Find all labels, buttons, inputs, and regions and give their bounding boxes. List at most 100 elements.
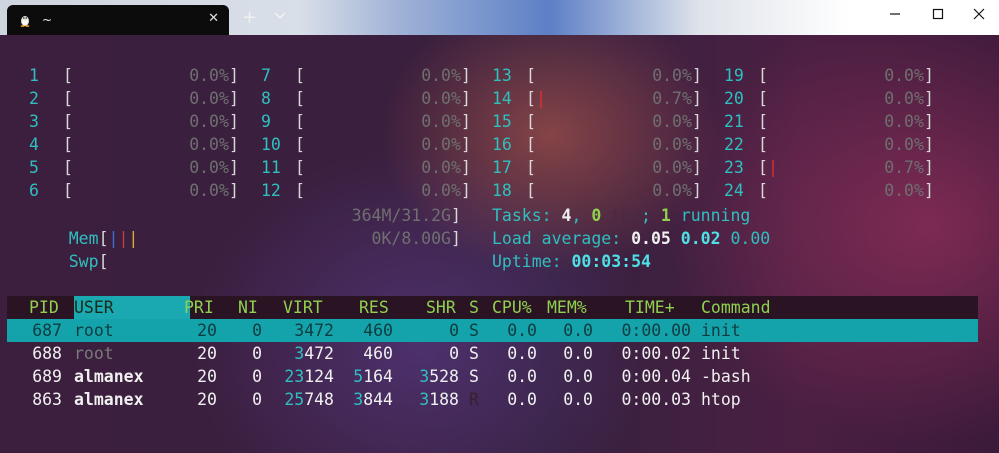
- chevron-down-icon[interactable]: [274, 9, 286, 23]
- cell-pid: 688: [32, 344, 62, 363]
- cell-shr: 3528: [419, 367, 459, 386]
- tasks-line: Tasks: 4, 0 thr; 1 running: [492, 206, 751, 225]
- col-cpu[interactable]: CPU%: [492, 296, 532, 319]
- col-user[interactable]: USER: [74, 296, 114, 319]
- cell-pid: 687: [32, 321, 62, 340]
- cpu-percent: 0.0%: [652, 112, 692, 131]
- cpu-id: 20: [724, 89, 744, 108]
- close-tab-icon[interactable]: ✕: [208, 11, 219, 26]
- load-1: 0.05: [631, 229, 671, 248]
- cpu-meter: 15[0.0%]: [492, 112, 702, 131]
- cpu-percent: 0.0%: [652, 135, 692, 154]
- cpu-percent: 0.0%: [189, 112, 229, 131]
- cpu-id: 15: [492, 112, 512, 131]
- cpu-meter: 14 [| 0.7%]: [492, 89, 702, 108]
- cpu-id: 11: [261, 158, 281, 177]
- cpu-meter: 4[0.0%]: [29, 135, 239, 154]
- cell-virt: 23124: [284, 367, 334, 386]
- cpu-id: 2: [29, 89, 39, 108]
- cpu-id: 12: [261, 181, 281, 200]
- cell-user: root: [74, 321, 114, 340]
- minimize-button[interactable]: [889, 8, 901, 24]
- cell-res: 5164: [353, 367, 393, 386]
- cell-res: 460: [363, 344, 393, 363]
- cpu-id: 14: [492, 89, 512, 108]
- col-shr[interactable]: SHR: [426, 296, 456, 319]
- cpu-id: 16: [492, 135, 512, 154]
- process-row[interactable]: 688 root 20 0 3472 460 0 S 0.0 0.0 0:00.02 init: [7, 342, 978, 365]
- cell-res: 3844: [353, 390, 393, 409]
- title-bar: ~ ✕ +: [0, 0, 999, 35]
- cpu-id: 4: [29, 135, 39, 154]
- tasks-count: 4: [561, 206, 572, 225]
- cpu-percent: 0.0%: [652, 181, 692, 200]
- col-state[interactable]: S: [469, 296, 479, 319]
- threads-count: 0: [591, 206, 602, 225]
- col-pri[interactable]: PRI: [184, 296, 214, 319]
- cpu-percent: 0.0%: [652, 158, 692, 177]
- cell-pid: 689: [32, 367, 62, 386]
- process-row[interactable]: 863 almanex 20 0 25748 3844 3188 R 0.0 0.0 0:00.03…: [7, 388, 978, 411]
- cpu-percent: 0.0%: [884, 135, 924, 154]
- cpu-percent: 0.0%: [189, 89, 229, 108]
- cell-s: S: [469, 344, 479, 363]
- cell-ni: 0: [252, 321, 262, 340]
- process-table-header: PID USER PRI NI VIRT RES SHR S CPU% MEM%…: [7, 296, 978, 319]
- cpu-id: 23: [724, 158, 744, 177]
- col-time[interactable]: TIME+: [625, 296, 675, 319]
- cpu-id: 5: [29, 158, 39, 177]
- cell-pri: 20: [197, 367, 217, 386]
- cpu-id: 21: [724, 112, 744, 131]
- linux-tux-icon: [18, 13, 32, 27]
- cell-pri: 20: [197, 344, 217, 363]
- load-average-line: Load average: 0.05 0.02 0.00: [492, 229, 771, 248]
- cell-command: htop: [701, 390, 741, 409]
- cpu-percent: 0.0%: [421, 158, 461, 177]
- uptime-line: Uptime: 00:03:54: [492, 252, 651, 271]
- col-pid[interactable]: PID: [29, 296, 59, 319]
- swp-value: 0K/8.00G: [371, 229, 451, 248]
- cpu-id: 17: [492, 158, 512, 177]
- cpu-meter: 2[0.0%]: [29, 89, 239, 108]
- terminal-tab[interactable]: ~ ✕: [7, 5, 229, 35]
- cell-cpu: 0.0: [507, 390, 537, 409]
- cpu-id: 3: [29, 112, 39, 131]
- cpu-id: 9: [261, 112, 271, 131]
- cpu-meter: 11[0.0%]: [261, 158, 471, 177]
- running-count: 1: [660, 206, 671, 225]
- cpu-meter: 21[0.0%]: [724, 112, 934, 131]
- cpu-id: 10: [261, 135, 281, 154]
- cpu-percent: 0.0%: [189, 135, 229, 154]
- cpu-meter: 10[0.0%]: [261, 135, 471, 154]
- tab-title: ~: [42, 13, 53, 27]
- col-res[interactable]: RES: [359, 296, 389, 319]
- process-row[interactable]: 687 root 20 0 3472 460 0 S 0.0 0.0 0:00.00 init: [7, 319, 978, 342]
- cpu-id: 8: [261, 89, 271, 108]
- cpu-meter: 16[0.0%]: [492, 135, 702, 154]
- process-row[interactable]: 689 almanex 20 0 23124 5164 3528 S 0.0 0.0 0:00.04…: [7, 365, 978, 388]
- cpu-id: 6: [29, 181, 39, 200]
- cpu-meter: 13[0.0%]: [492, 66, 702, 85]
- cpu-bar: |: [767, 158, 778, 177]
- cpu-meter: 7[0.0%]: [261, 66, 471, 85]
- col-virt[interactable]: VIRT: [283, 296, 323, 319]
- col-mem[interactable]: MEM%: [547, 296, 587, 319]
- new-tab-button[interactable]: +: [242, 7, 257, 28]
- cpu-percent: 0.0%: [884, 112, 924, 131]
- cpu-meter: 24[0.0%]: [724, 181, 934, 200]
- terminal-area[interactable]: 1[0.0%] 2[0.0%] 3[0.0%] 4[0.0%] 5[0.0%] 6[0.0…: [0, 35, 999, 453]
- col-ni[interactable]: NI: [238, 296, 258, 319]
- maximize-button[interactable]: [932, 8, 944, 24]
- close-window-button[interactable]: [973, 8, 985, 24]
- cell-time: 0:00.00: [621, 321, 691, 340]
- cpu-id: 24: [724, 181, 744, 200]
- col-command[interactable]: Command: [701, 296, 771, 319]
- cell-command: init: [701, 344, 741, 363]
- cpu-percent: 0.0%: [421, 89, 461, 108]
- cell-virt: 3472: [294, 344, 334, 363]
- cpu-id: 1: [29, 66, 39, 85]
- cpu-meter: 19[0.0%]: [724, 66, 934, 85]
- cell-command: init: [701, 321, 741, 340]
- cpu-percent: 0.0%: [884, 181, 924, 200]
- cpu-percent: 0.0%: [884, 66, 924, 85]
